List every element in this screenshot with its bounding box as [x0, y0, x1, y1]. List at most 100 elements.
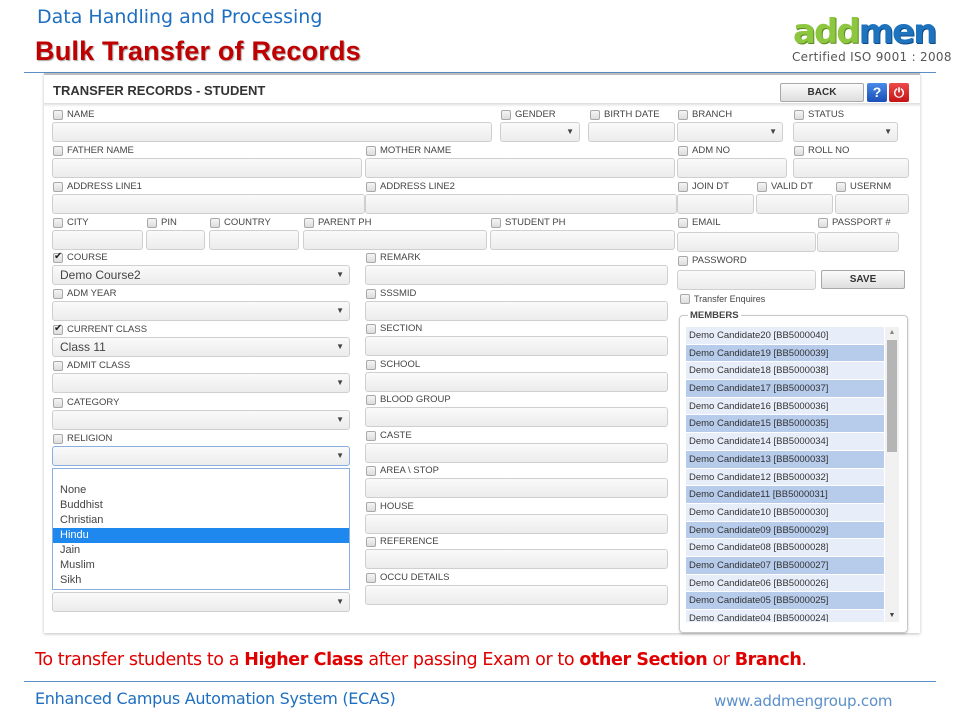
parent-ph-field[interactable]	[303, 230, 487, 250]
email-field[interactable]	[677, 232, 816, 252]
member-item[interactable]: Demo Candidate11 [BB5000031]	[686, 486, 884, 504]
extra-select[interactable]: ▼	[52, 592, 350, 612]
religion-option[interactable]: Jain	[53, 543, 349, 558]
power-icon[interactable]: ⏻	[889, 83, 909, 102]
usernm-checkbox[interactable]	[836, 181, 846, 192]
name-field[interactable]	[52, 122, 492, 142]
adm-no-field[interactable]	[677, 158, 787, 178]
scroll-thumb[interactable]	[887, 340, 897, 452]
religion-option-highlighted[interactable]: Hindu	[53, 528, 349, 543]
members-list[interactable]: Demo Candidate20 [BB5000040] Demo Candida…	[686, 327, 884, 622]
course-select[interactable]: Demo Course2 ▼	[52, 265, 350, 285]
passport-field[interactable]	[817, 232, 899, 252]
member-item[interactable]: Demo Candidate09 [BB5000029]	[686, 521, 884, 540]
member-item[interactable]: Demo Candidate14 [BB5000034]	[686, 433, 884, 451]
area-stop-checkbox[interactable]	[366, 465, 376, 476]
remark-field[interactable]	[365, 265, 668, 285]
mother-name-field[interactable]	[365, 158, 675, 178]
birth-date-field[interactable]	[588, 122, 675, 142]
join-dt-checkbox[interactable]	[678, 181, 688, 192]
member-item[interactable]: Demo Candidate08 [BB5000028]	[686, 539, 884, 557]
member-item[interactable]: Demo Candidate17 [BB5000037]	[686, 380, 884, 398]
caste-field[interactable]	[365, 443, 668, 463]
current-class-checkbox[interactable]	[53, 323, 63, 335]
religion-option[interactable]: None	[53, 483, 349, 498]
religion-option[interactable]: Buddhist	[53, 498, 349, 513]
school-field[interactable]	[365, 372, 668, 392]
birth-date-checkbox[interactable]	[590, 109, 600, 120]
remark-checkbox[interactable]	[366, 252, 376, 263]
religion-checkbox[interactable]	[53, 433, 63, 444]
member-item[interactable]: Demo Candidate16 [BB5000036]	[686, 397, 884, 416]
sssmid-field[interactable]	[365, 301, 668, 321]
member-item[interactable]: Demo Candidate13 [BB5000033]	[686, 450, 884, 469]
caste-checkbox[interactable]	[366, 430, 376, 441]
roll-no-checkbox[interactable]	[794, 145, 804, 156]
member-item[interactable]: Demo Candidate06 [BB5000026]	[686, 574, 884, 593]
member-item[interactable]: Demo Candidate20 [BB5000040]	[686, 327, 884, 345]
valid-dt-field[interactable]	[756, 194, 833, 214]
join-dt-field[interactable]	[677, 194, 754, 214]
pin-field[interactable]	[146, 230, 205, 250]
admit-class-select[interactable]: ▼	[52, 373, 350, 393]
member-item[interactable]: Demo Candidate04 [BB5000024]	[686, 610, 884, 622]
address-line2-field[interactable]	[365, 194, 677, 214]
blood-group-checkbox[interactable]	[366, 394, 376, 405]
adm-no-checkbox[interactable]	[678, 145, 688, 156]
member-item[interactable]: Demo Candidate19 [BB5000039]	[686, 344, 884, 363]
student-ph-field[interactable]	[490, 230, 675, 250]
back-button[interactable]: BACK	[780, 83, 864, 102]
occu-details-checkbox[interactable]	[366, 572, 376, 583]
area-stop-field[interactable]	[365, 478, 668, 498]
branch-select[interactable]: ▼	[677, 122, 783, 142]
gender-select[interactable]: ▼	[500, 122, 580, 142]
country-field[interactable]	[209, 230, 299, 250]
member-item[interactable]: Demo Candidate07 [BB5000027]	[686, 556, 884, 575]
category-select[interactable]: ▼	[52, 410, 350, 430]
religion-select[interactable]: ▼	[52, 446, 350, 466]
transfer-enquires-checkbox[interactable]	[680, 294, 690, 304]
sssmid-checkbox[interactable]	[366, 288, 376, 299]
branch-checkbox[interactable]	[678, 109, 688, 120]
roll-no-field[interactable]	[793, 158, 909, 178]
valid-dt-checkbox[interactable]	[757, 181, 767, 192]
footer-website[interactable]: www.addmengroup.com	[714, 692, 893, 710]
email-checkbox[interactable]	[678, 217, 688, 228]
member-item[interactable]: Demo Candidate18 [BB5000038]	[686, 362, 884, 381]
member-item[interactable]: Demo Candidate15 [BB5000035]	[686, 415, 884, 434]
house-field[interactable]	[365, 514, 668, 534]
address-line1-checkbox[interactable]	[53, 181, 63, 192]
gender-checkbox[interactable]	[501, 109, 511, 120]
religion-option[interactable]: Sikh	[53, 573, 349, 588]
status-checkbox[interactable]	[794, 109, 804, 120]
usernm-field[interactable]	[835, 194, 909, 214]
religion-option[interactable]: Muslim	[53, 558, 349, 573]
name-checkbox[interactable]	[53, 109, 63, 120]
adm-year-checkbox[interactable]	[53, 288, 63, 299]
scroll-down-icon[interactable]: ▼	[885, 610, 899, 622]
status-select[interactable]: ▼	[793, 122, 898, 142]
category-checkbox[interactable]	[53, 397, 63, 408]
admit-class-checkbox[interactable]	[53, 360, 63, 371]
members-scrollbar[interactable]: ▲ ▼	[885, 327, 899, 622]
country-checkbox[interactable]	[210, 217, 220, 228]
mother-name-checkbox[interactable]	[366, 145, 376, 156]
city-field[interactable]	[52, 230, 143, 250]
city-checkbox[interactable]	[53, 217, 63, 228]
blood-group-field[interactable]	[365, 407, 668, 427]
save-button[interactable]: SAVE	[821, 270, 905, 289]
member-item[interactable]: Demo Candidate05 [BB5000025]	[686, 592, 884, 610]
house-checkbox[interactable]	[366, 501, 376, 512]
father-name-checkbox[interactable]	[53, 145, 63, 156]
member-item[interactable]: Demo Candidate10 [BB5000030]	[686, 503, 884, 522]
address-line2-checkbox[interactable]	[366, 181, 376, 192]
password-field[interactable]	[677, 270, 816, 290]
scroll-up-icon[interactable]: ▲	[885, 327, 899, 339]
section-field[interactable]	[365, 336, 668, 356]
school-checkbox[interactable]	[366, 359, 376, 370]
course-checkbox[interactable]	[53, 251, 63, 263]
pin-checkbox[interactable]	[147, 217, 157, 228]
address-line1-field[interactable]	[52, 194, 365, 214]
religion-option[interactable]: Christian	[53, 513, 349, 528]
occu-details-field[interactable]	[365, 585, 668, 605]
